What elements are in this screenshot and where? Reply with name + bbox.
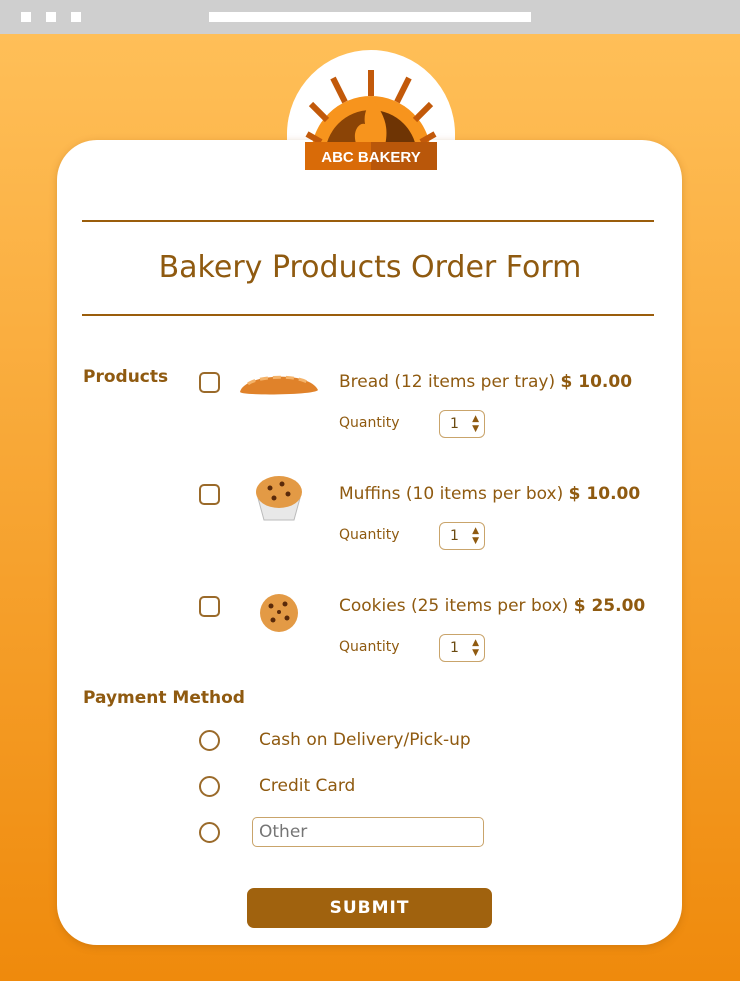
quantity-value: 1 [450, 528, 459, 544]
product-name: Cookies (25 items per box) $ 25.00 [339, 596, 646, 616]
quantity-label: Quantity [339, 415, 400, 431]
cookie-icon [260, 594, 298, 632]
bread-quantity-stepper[interactable]: 1 ▲ ▼ [439, 410, 485, 438]
logo-text: ABC BAKERY [321, 149, 420, 166]
muffins-quantity-stepper[interactable]: 1 ▲ ▼ [439, 522, 485, 550]
bread-icon [240, 375, 318, 395]
payment-method-label: Payment Method [83, 688, 245, 708]
window-dot [71, 12, 81, 22]
quantity-label: Quantity [339, 639, 400, 655]
address-bar[interactable] [209, 12, 531, 22]
submit-button[interactable]: SUBMIT [247, 888, 492, 928]
cash-radio[interactable] [199, 730, 220, 751]
stepper-arrows-icon[interactable]: ▲ ▼ [472, 526, 479, 546]
bakery-logo: ABC BAKERY [305, 70, 437, 170]
credit-card-radio[interactable] [199, 776, 220, 797]
other-radio[interactable] [199, 822, 220, 843]
product-name: Muffins (10 items per box) $ 10.00 [339, 484, 641, 504]
page-title: Bakery Products Order Form [158, 250, 582, 285]
product-name: Bread (12 items per tray) $ 10.00 [339, 372, 633, 392]
products-label: Products [83, 367, 169, 387]
cookies-checkbox[interactable] [199, 596, 220, 617]
divider [82, 220, 654, 222]
other-input[interactable] [252, 817, 484, 847]
window-dot [46, 12, 56, 22]
cookies-quantity-stepper[interactable]: 1 ▲ ▼ [439, 634, 485, 662]
browser-chrome [0, 0, 740, 34]
window-dot [21, 12, 31, 22]
quantity-value: 1 [450, 416, 459, 432]
quantity-value: 1 [450, 640, 459, 656]
muffins-checkbox[interactable] [199, 484, 220, 505]
stepper-arrows-icon[interactable]: ▲ ▼ [472, 638, 479, 658]
credit-card-option-label[interactable]: Credit Card [259, 776, 355, 796]
bread-checkbox[interactable] [199, 372, 220, 393]
cash-option-label[interactable]: Cash on Delivery/Pick-up [259, 730, 471, 750]
stepper-arrows-icon[interactable]: ▲ ▼ [472, 414, 479, 434]
divider [82, 314, 654, 316]
muffin-icon [256, 476, 302, 521]
quantity-label: Quantity [339, 527, 400, 543]
